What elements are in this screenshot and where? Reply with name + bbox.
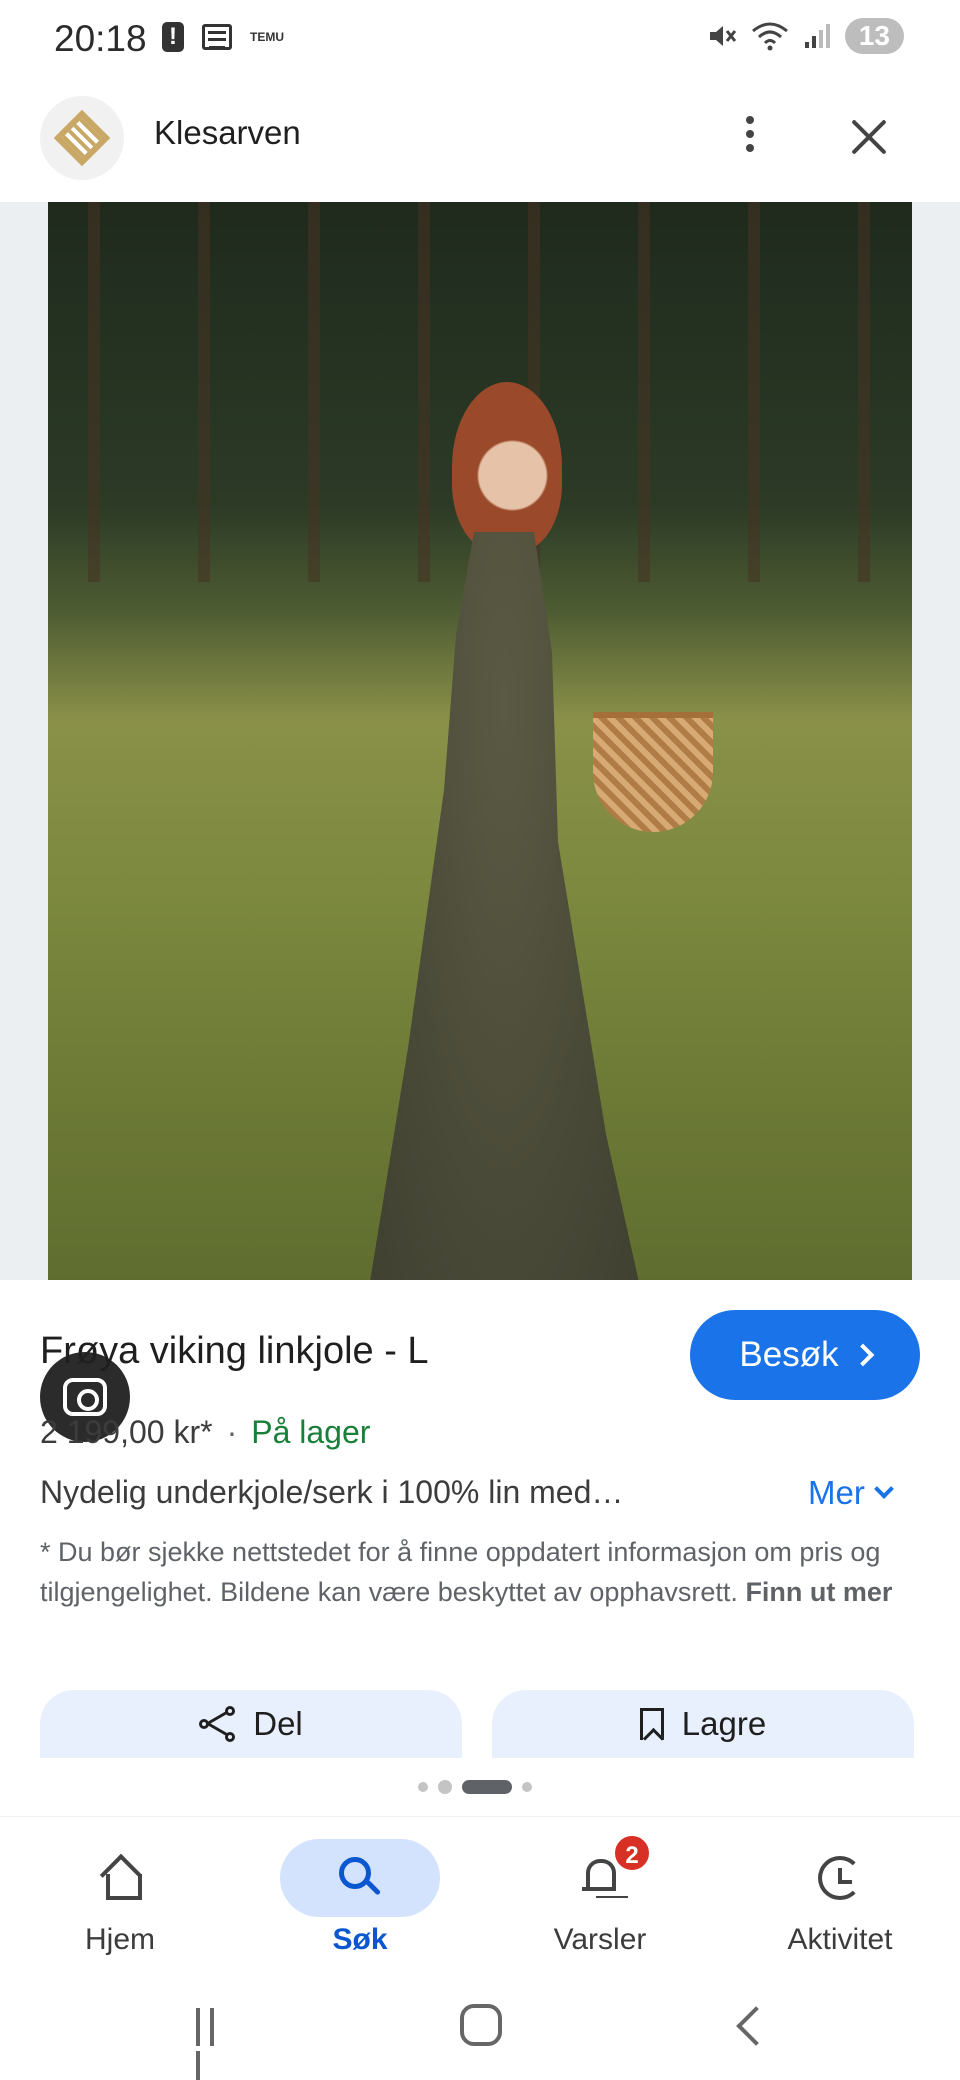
mute-icon	[709, 26, 737, 46]
nav-label-notifications: Varsler	[553, 1923, 647, 1956]
recents-icon[interactable]	[196, 2008, 236, 2080]
product-description: Nydelig underkjole/serk i 100% lin med…	[40, 1474, 624, 1510]
nav-item-notifications[interactable]: 2 Varsler	[500, 1827, 700, 1977]
price-row: 2 199,00 kr* · På lager	[40, 1414, 370, 1451]
page-dot	[522, 1782, 532, 1792]
system-navigation-bar	[0, 1984, 960, 2080]
signal-icon	[804, 24, 830, 48]
status-time: 20:18	[54, 18, 147, 59]
status-system-icons: 13	[707, 18, 904, 54]
status-notification-icons: TEMU	[162, 22, 284, 52]
activity-icon	[818, 1856, 862, 1900]
logo-knot-icon	[53, 109, 111, 167]
app-bar: Klesarven	[0, 92, 960, 202]
site-logo[interactable]	[40, 96, 124, 180]
page-dot	[418, 1782, 428, 1792]
nav-label-activity: Aktivitet	[787, 1923, 893, 1956]
nav-label-search: Søk	[332, 1923, 388, 1956]
site-title[interactable]: Klesarven	[154, 114, 301, 152]
page-dot	[438, 1780, 452, 1794]
product-image[interactable]	[48, 202, 912, 1280]
more-options-icon[interactable]	[736, 112, 764, 162]
chevron-down-icon	[873, 1479, 894, 1499]
nav-item-search[interactable]: Søk	[260, 1827, 460, 1977]
price: 2 199,00 kr*	[40, 1414, 213, 1450]
image-viewer[interactable]	[0, 202, 960, 1442]
nav-label-home: Hjem	[84, 1923, 155, 1956]
wifi-icon	[751, 22, 788, 51]
news-icon	[202, 24, 232, 50]
home-button-icon[interactable]	[460, 2004, 502, 2046]
nav-item-activity[interactable]: Aktivitet	[740, 1827, 940, 1977]
disclaimer: * Du bør sjekke nettstedet for å finne o…	[40, 1532, 920, 1612]
image-model-head	[452, 382, 562, 552]
back-icon[interactable]	[736, 2006, 776, 2046]
status-bar: 20:18 TEMU 13	[0, 0, 960, 80]
product-title: Frøya viking linkjole - L	[40, 1330, 429, 1372]
learn-more-link[interactable]: Finn ut mer	[745, 1577, 892, 1607]
save-button-label: Lagre	[681, 1705, 767, 1742]
page-dot-active	[462, 1780, 512, 1794]
separator-dot: ·	[226, 1414, 238, 1450]
battery-indicator: 13	[844, 18, 904, 54]
bookmark-icon	[639, 1708, 664, 1740]
home-icon	[100, 1858, 142, 1900]
chevron-right-icon	[851, 1343, 874, 1367]
stock-status: På lager	[251, 1414, 371, 1450]
nav-item-home[interactable]: Hjem	[20, 1827, 220, 1977]
close-icon[interactable]	[846, 114, 892, 160]
carousel-page-indicator	[418, 1780, 532, 1794]
more-button[interactable]: Mer	[808, 1474, 894, 1512]
save-button[interactable]: Lagre	[492, 1690, 914, 1758]
notification-badge: 2	[612, 1833, 652, 1873]
share-button-label: Del	[253, 1705, 303, 1742]
share-icon	[199, 1706, 236, 1742]
lens-camera-icon	[63, 1378, 107, 1416]
screen: 20:18 TEMU 13 Klesarven	[0, 0, 960, 2080]
visit-button-label: Besøk	[739, 1335, 839, 1374]
image-dress	[366, 532, 648, 1280]
temu-icon: TEMU	[250, 30, 284, 44]
search-icon	[339, 1857, 381, 1899]
bottom-navigation: Hjem Søk 2 Varsler Aktivitet	[0, 1816, 960, 1984]
image-basket	[593, 712, 713, 832]
share-button[interactable]: Del	[40, 1690, 462, 1758]
alert-icon	[162, 22, 184, 52]
visit-button[interactable]: Besøk	[690, 1310, 920, 1400]
more-button-label: Mer	[808, 1474, 865, 1511]
